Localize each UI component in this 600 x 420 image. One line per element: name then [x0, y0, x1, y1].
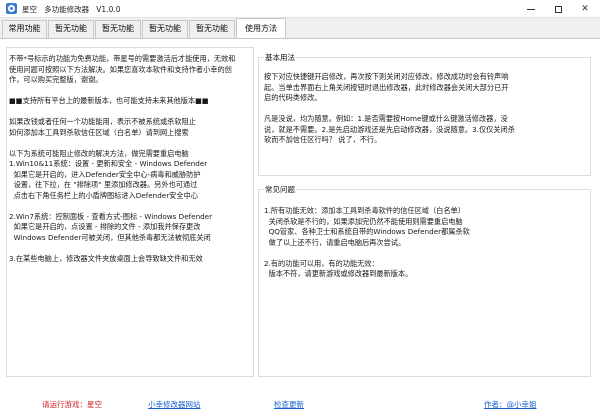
tab-usage[interactable]: 使用方法: [236, 18, 286, 38]
faq-line: 做了以上还不行，请重启电脑后再次尝试。: [264, 237, 406, 247]
game-status-label: 请运行游戏：星空: [42, 400, 102, 409]
star-app-icon: [6, 3, 17, 14]
instruction-line: 1.Win10&11系统：设置 - 更新和安全 - Windows Defend…: [9, 159, 208, 168]
usage-panel: 不带*号标示的功能为免费功能，带星号的需要激活后才能使用，无效和 使用问题可按照…: [0, 38, 600, 420]
instruction-line: 如果它是开启的，点设置 - 排除的文件 - 添加我并保存更改: [9, 222, 201, 231]
basic-usage-line: 起。当单击界面右上角关闭按钮时退出修改器，此时修改器会关闭大部分已开: [264, 82, 509, 92]
tab-no-function-4[interactable]: 暂无功能: [189, 20, 235, 38]
basic-usage-line: 按下对应快捷键开启修改，再次按下则关闭对应修改，修改成功时会有铃声响: [264, 72, 509, 81]
instruction-line: 作，可以购买完整版，谢谢。: [9, 75, 103, 84]
faq-line: 版本不符，请更新游戏或修改器到最新版本。: [264, 269, 413, 278]
basic-usage-line: 说，就是不需要。2.是先启动游戏还是先启动修改器，没说随意。3.仅仅关闭杀: [264, 124, 515, 134]
instruction-line: 如果改钱或者任何一个功能能用，表示不被系统或杀软阻止: [9, 117, 196, 126]
basic-usage-line: 启的代码类修改。: [264, 93, 322, 102]
tab-bar: 常用功能 暂无功能 暂无功能 暂无功能 暂无功能 使用方法: [0, 18, 600, 38]
faq-line: 2.有的功能可以用，有的功能无效：: [264, 258, 379, 268]
instruction-line: Windows Defender可被关闭，但其他杀毒都无法被彻底关闭: [9, 232, 211, 242]
website-link[interactable]: 小幸修改器网站: [148, 399, 201, 410]
faq-line: 1.所有功能无效：添加本工具到杀毒软件的信任区域（白名单）: [264, 206, 465, 215]
faq-body: 1.所有功能无效：添加本工具到杀毒软件的信任区域（白名单） 关闭杀软是不行的，如…: [264, 206, 586, 280]
instruction-line: 点击右下角任务栏上的小盾牌图标进入Defender安全中心: [9, 190, 198, 200]
maximize-icon[interactable]: [545, 0, 571, 18]
tab-common-functions[interactable]: 常用功能: [2, 20, 47, 38]
basic-usage-line: 凡是没说，均为随意。例如：1.是否需要按Home键或什么键激活修改器，没: [264, 114, 508, 123]
window-title: 星空 多功能修改器 V1.0.0: [22, 5, 121, 14]
title-bar: 星空 多功能修改器 V1.0.0 ✕: [0, 0, 600, 18]
instructions-textbox[interactable]: 不带*号标示的功能为免费功能，带星号的需要激活后才能使用，无效和 使用问题可按照…: [6, 47, 254, 377]
tab-no-function-3[interactable]: 暂无功能: [142, 20, 188, 38]
instruction-line: ■■支持所有平台上的最新版本，也可能支持未来其他版本■■: [9, 96, 209, 105]
tab-no-function-2[interactable]: 暂无功能: [95, 20, 141, 38]
instruction-line: 设置，往下拉，在 "排除项" 里添加修改器。另外也可通过: [9, 180, 198, 189]
instruction-line: 使用问题可按照以下方法解决。如果您喜欢本软件和支持作者小幸的创: [9, 64, 232, 74]
faq-line: QQ管家、各种卫士和系统自带的Windows Defender都属杀软: [264, 227, 470, 236]
basic-usage-title: 基本用法: [264, 52, 296, 63]
instruction-line: 不带*号标示的功能为免费功能，带星号的需要激活后才能使用，无效和: [9, 54, 236, 63]
instruction-line: 2.Win7系统：控制面板 - 查看方式-图标 - Windows Defend…: [9, 211, 213, 221]
instruction-line: 以下为系统可能阻止修改的解决方法，做完需要重启电脑: [9, 148, 189, 158]
instruction-line: 3.在某些电脑上，修改器文件夹放桌面上会导致缺文件和无效: [9, 253, 203, 263]
basic-usage-body: 按下对应快捷键开启修改，再次按下则关闭对应修改，修改成功时会有铃声响 起。当单击…: [264, 72, 586, 146]
instruction-line: 如果它是开启的，进入Defender安全中心-病毒和威胁防护: [9, 169, 201, 179]
faq-line: 关闭杀软是不行的，如果添加完仍然不能使用则需要重启电脑: [264, 216, 463, 226]
basic-usage-group: 基本用法 按下对应快捷键开启修改，再次按下则关闭对应修改，修改成功时会有铃声响 …: [258, 52, 591, 176]
faq-title: 常见问题: [264, 184, 296, 195]
minimize-icon[interactable]: [518, 0, 544, 18]
faq-group: 常见问题 1.所有功能无效：添加本工具到杀毒软件的信任区域（白名单） 关闭杀软是…: [258, 184, 591, 377]
check-update-link[interactable]: 检查更新: [274, 399, 304, 410]
instruction-line: 如何添加本工具到杀软信任区域（白名单）请到网上搜索: [9, 127, 189, 137]
basic-usage-line: 软而不加信任区行吗？ 说了，不行。: [264, 135, 382, 144]
author-link[interactable]: 作者：@小幸姐: [484, 399, 537, 410]
tab-no-function-1[interactable]: 暂无功能: [48, 20, 94, 38]
close-icon[interactable]: ✕: [572, 0, 598, 18]
